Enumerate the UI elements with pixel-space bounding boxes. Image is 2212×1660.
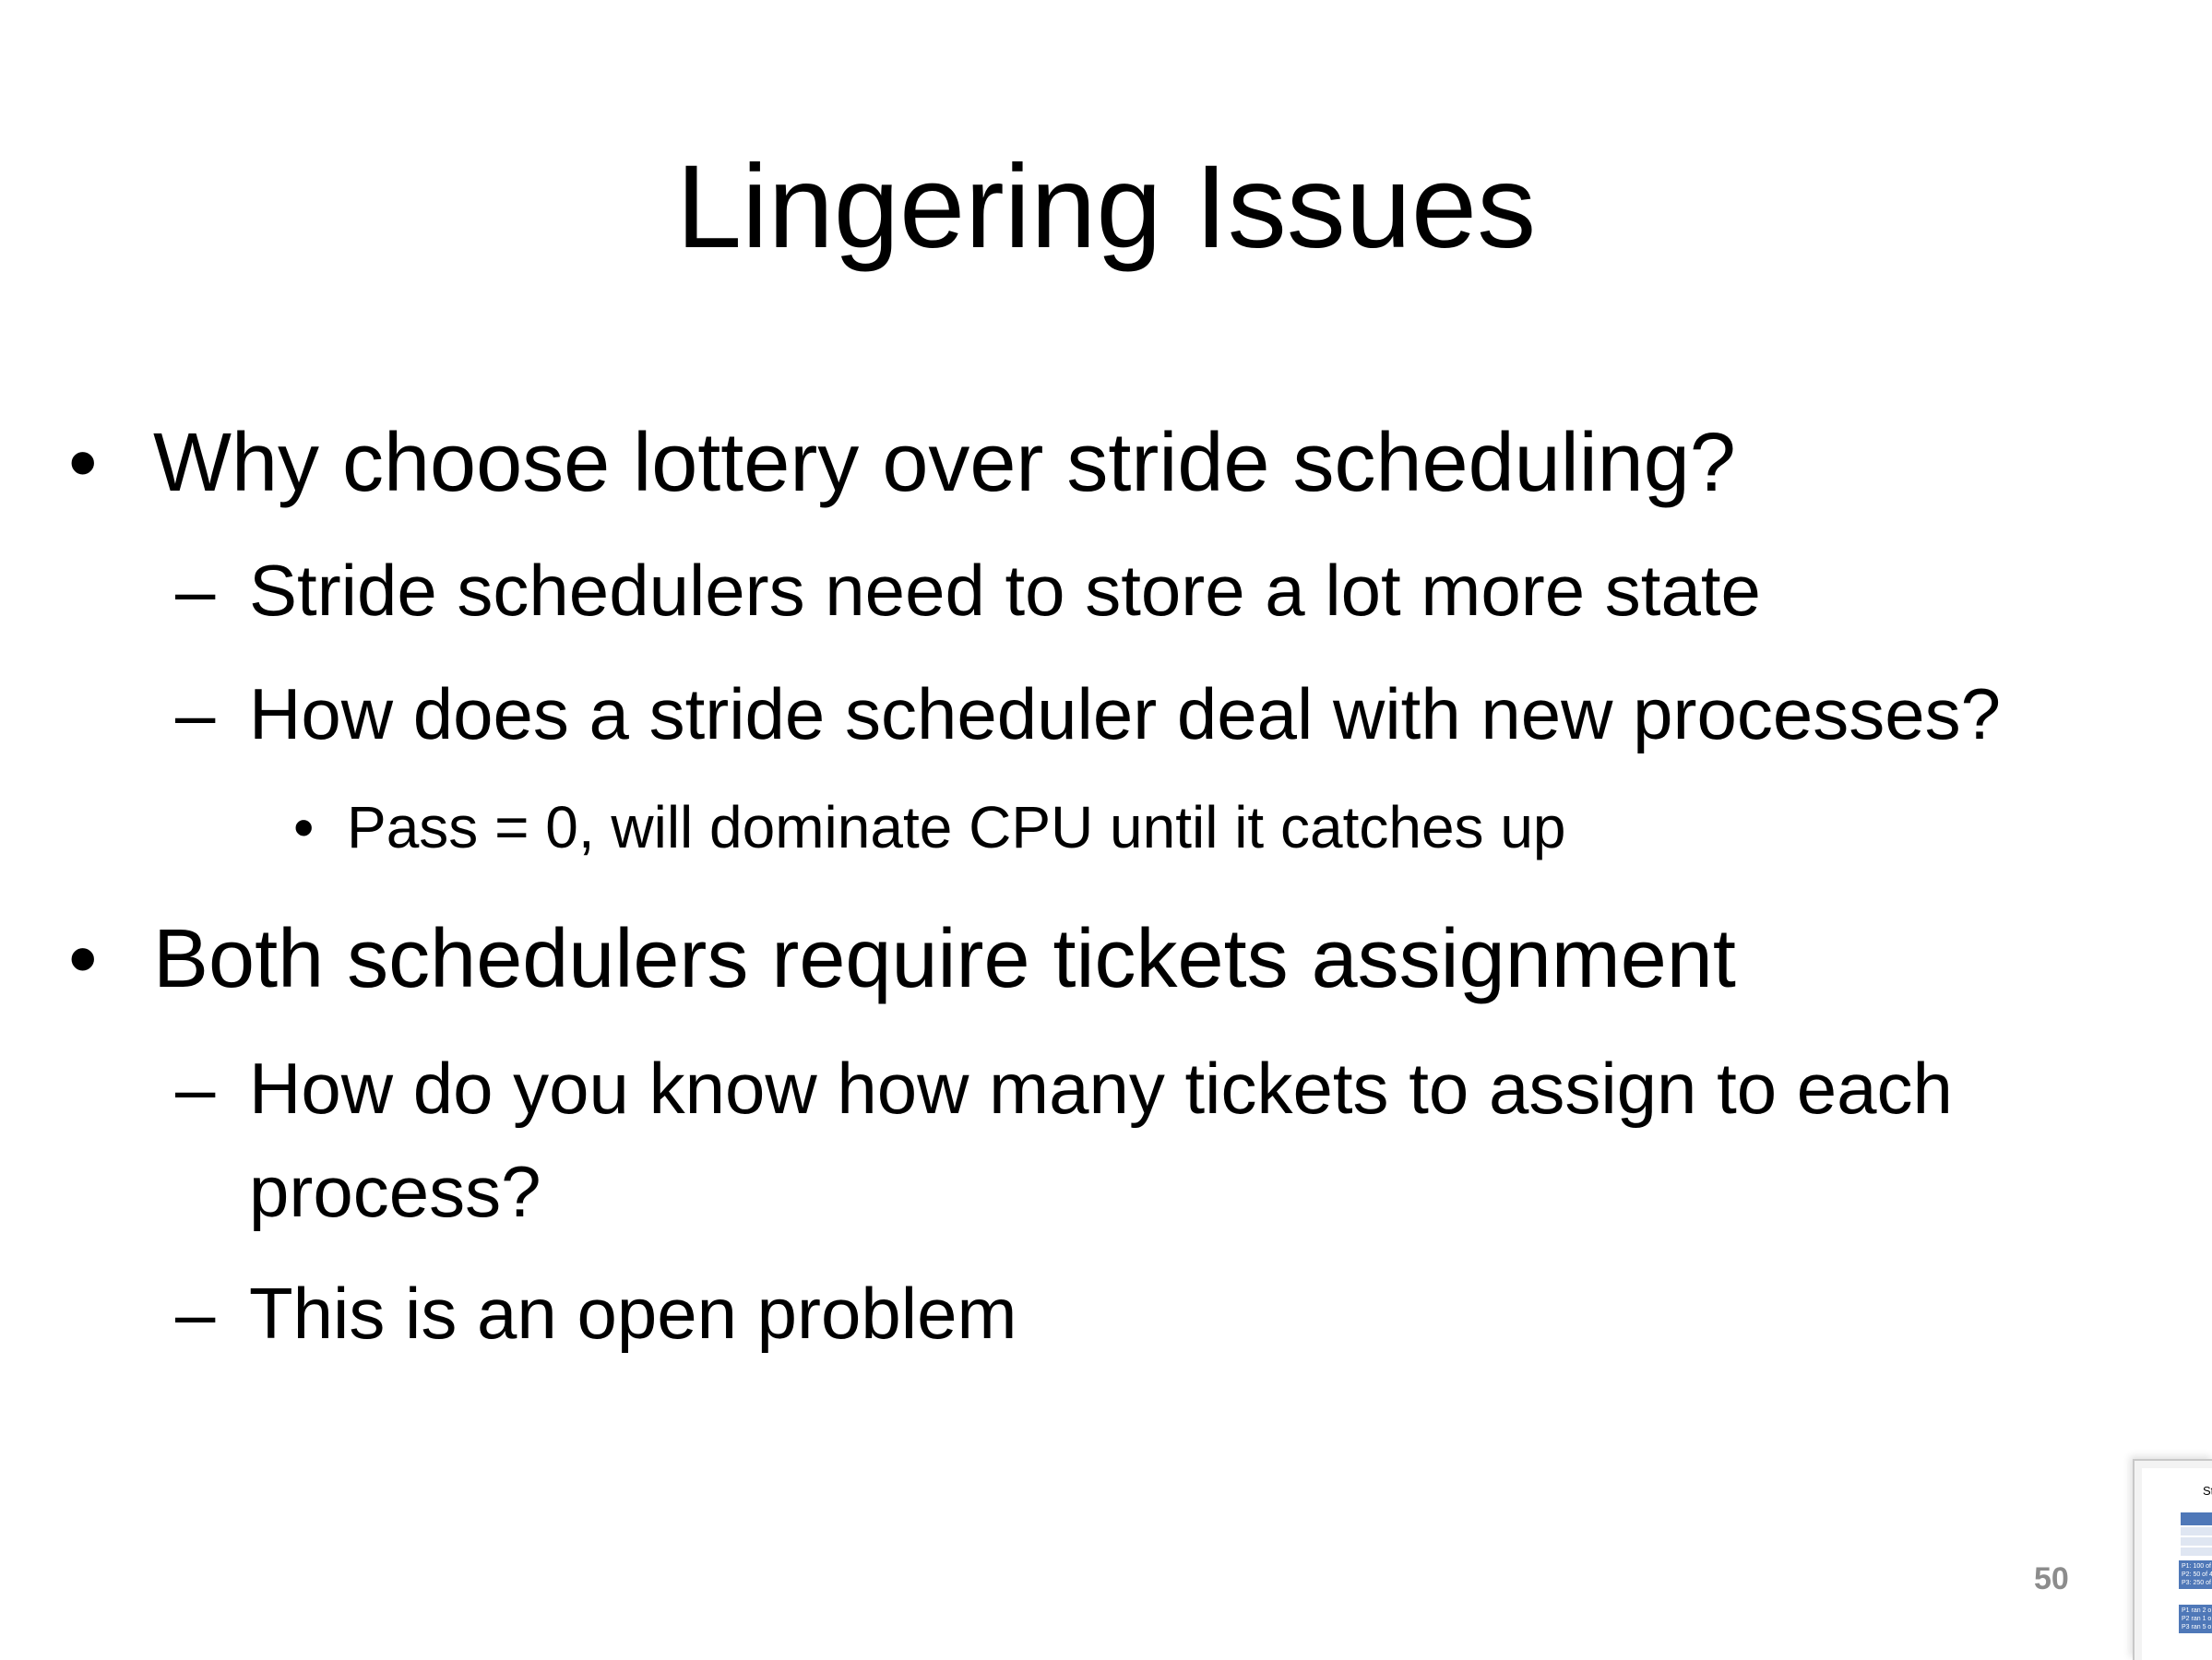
thumbnail-table-header (2181, 1512, 2212, 1525)
thumbnail-box-line: P3 ran 5 o (2182, 1624, 2212, 1630)
slide-thumbnail[interactable]: Str P1: 100 of 4 P2: 50 of 40 P3: 250 of… (2133, 1459, 2212, 1660)
thumbnail-box-1: P1: 100 of 4 P2: 50 of 40 P3: 250 of 4 (2179, 1560, 2212, 1589)
sub-item-4: This is an open problem (249, 1273, 1017, 1354)
thumbnail-table-row (2181, 1527, 2212, 1536)
bullet-marker: • (293, 794, 315, 860)
thumbnail-box-line: P1 ran 2 o (2182, 1607, 2212, 1614)
thumbnail-box-2: P1 ran 2 o P2 ran 1 o P3 ran 5 o (2179, 1605, 2212, 1633)
thumbnail-slide: Str P1: 100 of 4 P2: 50 of 40 P3: 250 of… (2142, 1468, 2212, 1660)
sub-item-2: How does a stride scheduler deal with ne… (249, 673, 2002, 754)
bullet-marker: • (68, 913, 98, 1005)
slide: Lingering Issues • Why choose lottery ov… (0, 0, 2212, 1660)
bullet-item-1: Why choose lottery over stride schedulin… (153, 417, 1736, 509)
thumbnail-title: Str (2203, 1484, 2212, 1498)
sub-sub-item-1: Pass = 0, will dominate CPU until it cat… (347, 794, 1566, 860)
thumbnail-table-row (2181, 1547, 2212, 1556)
dash-marker: – (175, 550, 216, 631)
dash-marker: – (175, 673, 216, 754)
slide-title: Lingering Issues (675, 141, 1537, 273)
thumbnail-box-line: P2 ran 1 o (2182, 1616, 2212, 1622)
sub-item-1: Stride schedulers need to store a lot mo… (249, 550, 1761, 631)
dash-marker: – (175, 1273, 216, 1354)
thumbnail-box-line: P3: 250 of 4 (2182, 1580, 2212, 1586)
bullet-item-2: Both schedulers require tickets assignme… (153, 913, 1736, 1005)
thumbnail-box-line: P2: 50 of 40 (2182, 1571, 2212, 1578)
dash-marker: – (175, 1048, 216, 1129)
sub-item-3: How do you know how many tickets to assi… (249, 1048, 1953, 1129)
sub-item-3-continuation: process? (249, 1151, 541, 1232)
thumbnail-table-row (2181, 1537, 2212, 1546)
bullet-marker: • (68, 417, 98, 509)
page-number: 50 (2034, 1561, 2069, 1596)
thumbnail-box-line: P1: 100 of 4 (2182, 1563, 2212, 1570)
thumbnail-table (2181, 1512, 2212, 1558)
